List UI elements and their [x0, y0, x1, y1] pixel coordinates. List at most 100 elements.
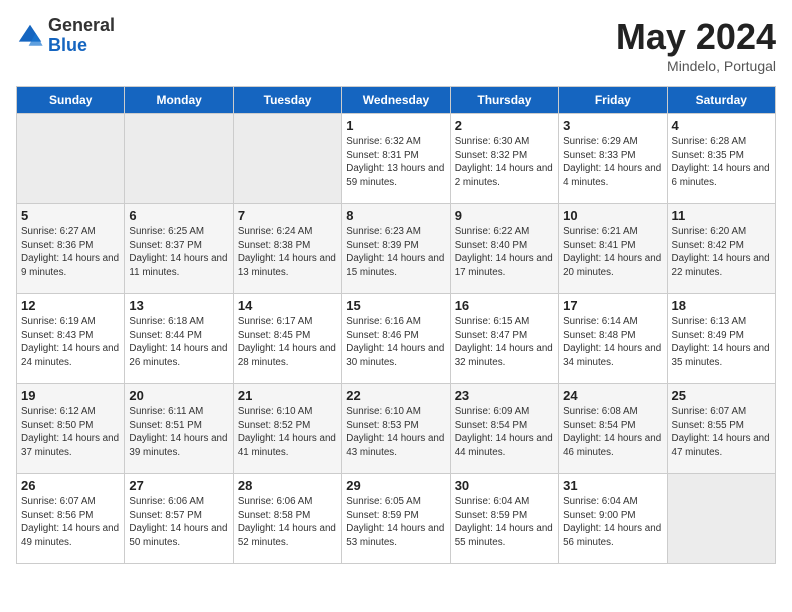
calendar-cell — [233, 114, 341, 204]
calendar-cell: 28 Sunrise: 6:06 AM Sunset: 8:58 PM Dayli… — [233, 474, 341, 564]
cell-date-number: 26 — [21, 478, 120, 493]
cell-info-text: Sunrise: 6:06 AM Sunset: 8:58 PM Dayligh… — [238, 495, 337, 550]
calendar-cell: 6Sunrise: 6:25 AM Sunset: 8:37 PM Daylig… — [125, 204, 233, 294]
cell-info-text: Sunrise: 6:12 AM Sunset: 8:50 PM Dayligh… — [21, 405, 120, 460]
cell-info-text: Sunrise: 6:11 AM Sunset: 8:51 PM Dayligh… — [129, 405, 228, 460]
calendar-cell: 17 Sunrise: 6:14 AM Sunset: 8:48 PM Dayli… — [559, 294, 667, 384]
logo-text: General Blue — [48, 16, 115, 56]
cell-info-text: Sunrise: 6:21 AM Sunset: 8:41 PM Dayligh… — [563, 225, 662, 280]
cell-info-text: Sunrise: 6:07 AM Sunset: 8:55 PM Dayligh… — [672, 405, 771, 460]
calendar-week-1: 1Sunrise: 6:32 AM Sunset: 8:31 PM Daylig… — [17, 114, 776, 204]
cell-date-number: 5 — [21, 208, 120, 223]
calendar-cell: 24Sunrise: 6:08 AM Sunset: 8:54 PM Dayli… — [559, 384, 667, 474]
cell-info-text: Sunrise: 6:19 AM Sunset: 8:43 PM Dayligh… — [21, 315, 120, 370]
cell-info-text: Sunrise: 6:05 AM Sunset: 8:59 PM Dayligh… — [346, 495, 445, 550]
page-header: General Blue May 2024 Mindelo, Portugal — [16, 16, 776, 74]
calendar-cell: 27 Sunrise: 6:06 AM Sunset: 8:57 PM Dayli… — [125, 474, 233, 564]
calendar-cell: 31 Sunrise: 6:04 AM Sunset: 9:00 PM Dayli… — [559, 474, 667, 564]
cell-info-text: Sunrise: 6:10 AM Sunset: 8:53 PM Dayligh… — [346, 405, 445, 460]
cell-info-text: Sunrise: 6:29 AM Sunset: 8:33 PM Dayligh… — [563, 135, 662, 190]
calendar-cell: 22 Sunrise: 6:10 AM Sunset: 8:53 PM Dayli… — [342, 384, 450, 474]
cell-info-text: Sunrise: 6:30 AM Sunset: 8:32 PM Dayligh… — [455, 135, 554, 190]
weekday-header-friday: Friday — [559, 87, 667, 114]
calendar-cell: 16 Sunrise: 6:15 AM Sunset: 8:47 PM Dayli… — [450, 294, 558, 384]
title-block: May 2024 Mindelo, Portugal — [616, 16, 776, 74]
cell-date-number: 7 — [238, 208, 337, 223]
cell-date-number: 23 — [455, 388, 554, 403]
cell-info-text: Sunrise: 6:23 AM Sunset: 8:39 PM Dayligh… — [346, 225, 445, 280]
calendar-cell: 2 Sunrise: 6:30 AM Sunset: 8:32 PM Daylig… — [450, 114, 558, 204]
cell-info-text: Sunrise: 6:06 AM Sunset: 8:57 PM Dayligh… — [129, 495, 228, 550]
weekday-header-saturday: Saturday — [667, 87, 775, 114]
calendar-title: May 2024 — [616, 16, 776, 58]
calendar-week-3: 12 Sunrise: 6:19 AM Sunset: 8:43 PM Dayli… — [17, 294, 776, 384]
calendar-week-5: 26Sunrise: 6:07 AM Sunset: 8:56 PM Dayli… — [17, 474, 776, 564]
calendar-cell: 7 Sunrise: 6:24 AM Sunset: 8:38 PM Daylig… — [233, 204, 341, 294]
cell-info-text: Sunrise: 6:09 AM Sunset: 8:54 PM Dayligh… — [455, 405, 554, 460]
cell-info-text: Sunrise: 6:13 AM Sunset: 8:49 PM Dayligh… — [672, 315, 771, 370]
cell-info-text: Sunrise: 6:04 AM Sunset: 8:59 PM Dayligh… — [455, 495, 554, 550]
calendar-cell — [667, 474, 775, 564]
calendar-cell: 30 Sunrise: 6:04 AM Sunset: 8:59 PM Dayli… — [450, 474, 558, 564]
cell-date-number: 12 — [21, 298, 120, 313]
cell-date-number: 19 — [21, 388, 120, 403]
calendar-week-4: 19 Sunrise: 6:12 AM Sunset: 8:50 PM Dayli… — [17, 384, 776, 474]
cell-info-text: Sunrise: 6:17 AM Sunset: 8:45 PM Dayligh… — [238, 315, 337, 370]
cell-date-number: 28 — [238, 478, 337, 493]
cell-info-text: Sunrise: 6:04 AM Sunset: 9:00 PM Dayligh… — [563, 495, 662, 550]
calendar-location: Mindelo, Portugal — [616, 58, 776, 74]
cell-date-number: 18 — [672, 298, 771, 313]
cell-date-number: 21 — [238, 388, 337, 403]
calendar-cell: 11 Sunrise: 6:20 AM Sunset: 8:42 PM Dayli… — [667, 204, 775, 294]
calendar-cell: 29 Sunrise: 6:05 AM Sunset: 8:59 PM Dayli… — [342, 474, 450, 564]
cell-date-number: 29 — [346, 478, 445, 493]
cell-info-text: Sunrise: 6:20 AM Sunset: 8:42 PM Dayligh… — [672, 225, 771, 280]
cell-date-number: 10 — [563, 208, 662, 223]
calendar-cell — [17, 114, 125, 204]
cell-date-number: 30 — [455, 478, 554, 493]
cell-date-number: 31 — [563, 478, 662, 493]
cell-date-number: 6 — [129, 208, 228, 223]
cell-date-number: 9 — [455, 208, 554, 223]
weekday-header-wednesday: Wednesday — [342, 87, 450, 114]
cell-info-text: Sunrise: 6:22 AM Sunset: 8:40 PM Dayligh… — [455, 225, 554, 280]
calendar-week-2: 5 Sunrise: 6:27 AM Sunset: 8:36 PM Daylig… — [17, 204, 776, 294]
calendar-cell: 5 Sunrise: 6:27 AM Sunset: 8:36 PM Daylig… — [17, 204, 125, 294]
calendar-cell: 8Sunrise: 6:23 AM Sunset: 8:39 PM Daylig… — [342, 204, 450, 294]
cell-info-text: Sunrise: 6:10 AM Sunset: 8:52 PM Dayligh… — [238, 405, 337, 460]
cell-date-number: 22 — [346, 388, 445, 403]
cell-info-text: Sunrise: 6:18 AM Sunset: 8:44 PM Dayligh… — [129, 315, 228, 370]
cell-info-text: Sunrise: 6:28 AM Sunset: 8:35 PM Dayligh… — [672, 135, 771, 190]
calendar-cell: 1Sunrise: 6:32 AM Sunset: 8:31 PM Daylig… — [342, 114, 450, 204]
calendar-cell: 3Sunrise: 6:29 AM Sunset: 8:33 PM Daylig… — [559, 114, 667, 204]
cell-date-number: 13 — [129, 298, 228, 313]
cell-info-text: Sunrise: 6:15 AM Sunset: 8:47 PM Dayligh… — [455, 315, 554, 370]
logo-icon — [16, 22, 44, 50]
calendar-cell: 12 Sunrise: 6:19 AM Sunset: 8:43 PM Dayli… — [17, 294, 125, 384]
calendar-cell: 14 Sunrise: 6:17 AM Sunset: 8:45 PM Dayli… — [233, 294, 341, 384]
cell-info-text: Sunrise: 6:27 AM Sunset: 8:36 PM Dayligh… — [21, 225, 120, 280]
cell-date-number: 14 — [238, 298, 337, 313]
calendar-cell: 18 Sunrise: 6:13 AM Sunset: 8:49 PM Dayli… — [667, 294, 775, 384]
logo: General Blue — [16, 16, 115, 56]
cell-info-text: Sunrise: 6:32 AM Sunset: 8:31 PM Dayligh… — [346, 135, 445, 190]
cell-date-number: 11 — [672, 208, 771, 223]
calendar-cell: 15Sunrise: 6:16 AM Sunset: 8:46 PM Dayli… — [342, 294, 450, 384]
cell-date-number: 25 — [672, 388, 771, 403]
weekday-header-row: SundayMondayTuesdayWednesdayThursdayFrid… — [17, 87, 776, 114]
calendar-cell: 19 Sunrise: 6:12 AM Sunset: 8:50 PM Dayli… — [17, 384, 125, 474]
cell-date-number: 27 — [129, 478, 228, 493]
weekday-header-thursday: Thursday — [450, 87, 558, 114]
calendar-cell: 20 Sunrise: 6:11 AM Sunset: 8:51 PM Dayli… — [125, 384, 233, 474]
cell-info-text: Sunrise: 6:24 AM Sunset: 8:38 PM Dayligh… — [238, 225, 337, 280]
cell-info-text: Sunrise: 6:14 AM Sunset: 8:48 PM Dayligh… — [563, 315, 662, 370]
cell-date-number: 17 — [563, 298, 662, 313]
cell-date-number: 16 — [455, 298, 554, 313]
cell-date-number: 4 — [672, 118, 771, 133]
cell-date-number: 24 — [563, 388, 662, 403]
cell-date-number: 2 — [455, 118, 554, 133]
calendar-cell: 9 Sunrise: 6:22 AM Sunset: 8:40 PM Daylig… — [450, 204, 558, 294]
calendar-cell: 13 Sunrise: 6:18 AM Sunset: 8:44 PM Dayli… — [125, 294, 233, 384]
cell-info-text: Sunrise: 6:16 AM Sunset: 8:46 PM Dayligh… — [346, 315, 445, 370]
cell-date-number: 20 — [129, 388, 228, 403]
